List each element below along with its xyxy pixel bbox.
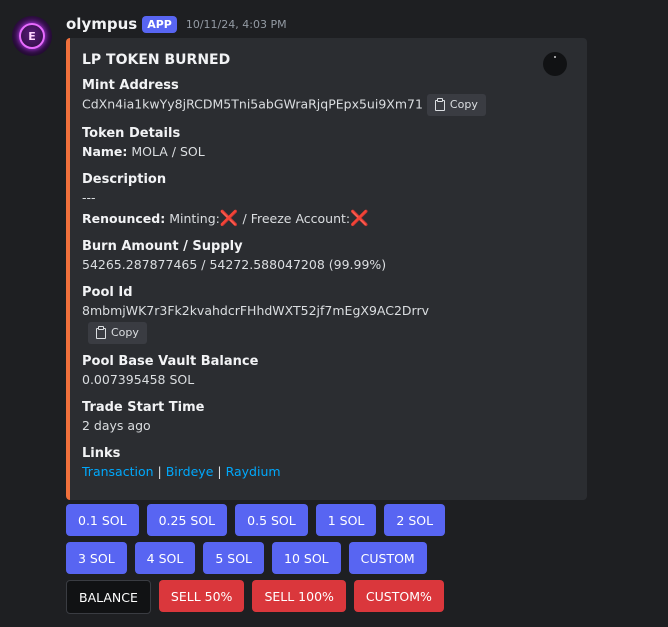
- pool-id-value: 8mbmjWK7r3Fk2kvahdcrFHhdWXT52jf7mEgX9AC2…: [82, 303, 429, 318]
- field-pool-balance: Pool Base Vault Balance 0.007395458 SOL: [82, 353, 571, 390]
- field-trade-start: Trade Start Time 2 days ago: [82, 399, 571, 436]
- copy-pool-button[interactable]: Copy: [88, 322, 147, 344]
- embed-thumbnail[interactable]: [543, 52, 567, 76]
- token-name-value: MOLA / SOL: [131, 144, 205, 159]
- field-name: Burn Amount / Supply: [82, 239, 243, 254]
- avatar[interactable]: E: [12, 16, 52, 56]
- trade-start-value: 2 days ago: [82, 418, 151, 433]
- buy-0.25-sol-button[interactable]: 0.25 SOL: [146, 504, 228, 536]
- cross-mark-icon: ❌: [350, 209, 369, 227]
- buy-10-sol-button[interactable]: 10 SOL: [272, 542, 341, 574]
- field-name: Mint Address: [82, 78, 179, 93]
- field-name: Pool Id: [82, 285, 133, 300]
- link-birdeye[interactable]: Birdeye: [166, 464, 214, 479]
- message-timestamp: 10/11/24, 4:03 PM: [185, 17, 287, 31]
- buy-5-sol-button[interactable]: 5 SOL: [203, 542, 265, 574]
- field-name: Links: [82, 446, 121, 461]
- buy-custom-button[interactable]: CUSTOM: [348, 542, 427, 574]
- burn-value: 54265.287877465 / 54272.588047208 (99.99…: [82, 257, 387, 272]
- description-value: ---: [82, 190, 96, 205]
- clipboard-icon: [96, 325, 106, 339]
- balance-button[interactable]: BALANCE: [66, 580, 151, 614]
- renounced-label: Renounced:: [82, 211, 166, 226]
- sell-50-button[interactable]: SELL 50%: [158, 580, 245, 612]
- field-mint-address: Mint Address CdXn4ia1kwYy8jRCDM5Tni5abGW…: [82, 77, 571, 116]
- buy-0.1-sol-button[interactable]: 0.1 SOL: [66, 504, 139, 536]
- link-raydium[interactable]: Raydium: [226, 464, 281, 479]
- sell-100-button[interactable]: SELL 100%: [252, 580, 346, 612]
- olympus-logo-icon: E: [19, 23, 45, 49]
- field-name: Description: [82, 172, 167, 187]
- buy-3-sol-button[interactable]: 3 SOL: [66, 542, 127, 574]
- name-label: Name:: [82, 144, 128, 159]
- sell-buttons-row: BALANCE SELL 50% SELL 100% CUSTOM%: [66, 580, 444, 614]
- cross-mark-icon: ❌: [219, 209, 239, 227]
- freeze-label: / Freeze Account:: [242, 211, 351, 226]
- field-name: Trade Start Time: [82, 400, 205, 415]
- embed-title: LP TOKEN BURNED: [82, 52, 231, 68]
- author-name[interactable]: olympus: [66, 15, 137, 33]
- buy-0.5-sol-button[interactable]: 0.5 SOL: [235, 504, 308, 536]
- copy-label: Copy: [111, 326, 139, 339]
- link-separator: |: [217, 464, 222, 479]
- link-separator: |: [157, 464, 162, 479]
- buy-2-sol-button[interactable]: 2 SOL: [384, 504, 446, 536]
- field-name: Pool Base Vault Balance: [82, 354, 259, 369]
- embed-card: LP TOKEN BURNED Mint Address CdXn4ia1kwY…: [66, 38, 587, 500]
- field-description: Description --- Renounced: Minting:❌ / F…: [82, 171, 571, 229]
- mint-address-value: CdXn4ia1kwYy8jRCDM5Tni5abGWraRjqPEpx5ui9…: [82, 96, 423, 112]
- message-header: olympus APP 10/11/24, 4:03 PM: [66, 15, 287, 33]
- copy-label: Copy: [449, 98, 478, 111]
- clipboard-icon: [434, 97, 445, 111]
- buy-1-sol-button[interactable]: 1 SOL: [315, 504, 377, 536]
- sell-custom-percent-button[interactable]: CUSTOM%: [353, 580, 444, 612]
- copy-mint-button[interactable]: Copy: [426, 94, 486, 116]
- field-pool-id: Pool Id 8mbmjWK7r3Fk2kvahdcrFHhdWXT52jf7…: [82, 284, 571, 344]
- app-badge: APP: [142, 15, 177, 33]
- pool-balance-value: 0.007395458 SOL: [82, 372, 195, 387]
- field-name: Token Details: [82, 126, 181, 141]
- field-token-details: Token Details Name: MOLA / SOL: [82, 125, 571, 162]
- link-transaction[interactable]: Transaction: [82, 464, 154, 479]
- minting-label: Minting:: [169, 211, 220, 226]
- field-links: Links Transaction | Birdeye | Raydium: [82, 445, 571, 482]
- buy-buttons-row-2: 3 SOL 4 SOL 5 SOL 10 SOL CUSTOM: [66, 542, 427, 574]
- field-burn: Burn Amount / Supply 54265.287877465 / 5…: [82, 238, 571, 275]
- buy-4-sol-button[interactable]: 4 SOL: [134, 542, 196, 574]
- buy-buttons-row-1: 0.1 SOL 0.25 SOL 0.5 SOL 1 SOL 2 SOL: [66, 504, 446, 536]
